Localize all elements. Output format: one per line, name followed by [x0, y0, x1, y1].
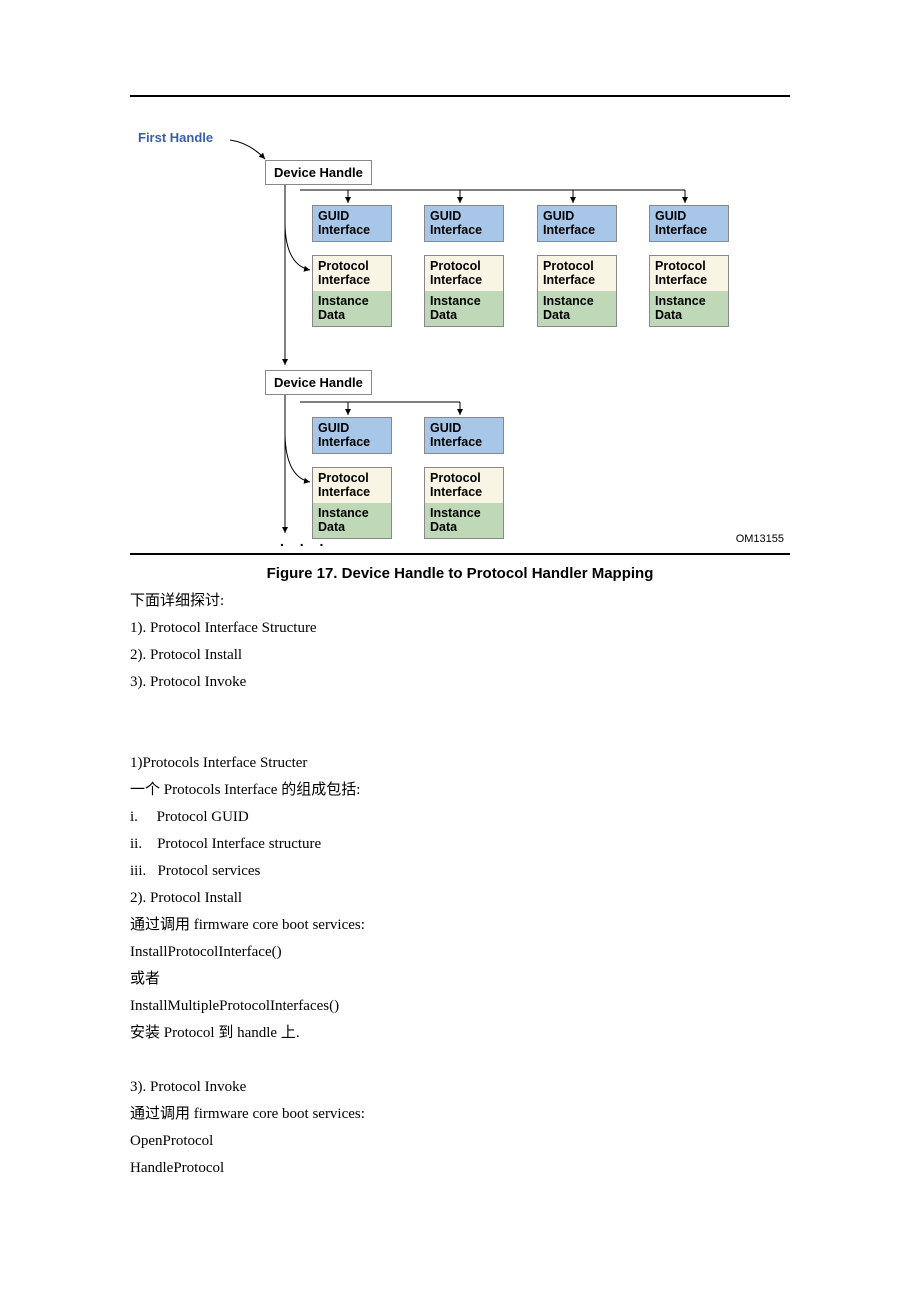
- line: 2). Protocol Install: [130, 885, 790, 912]
- figure-caption: Figure 17. Device Handle to Protocol Han…: [130, 565, 790, 582]
- line: 1)Protocols Interface Structer: [130, 750, 790, 777]
- protocol-interface-1-1: Protocol Interface: [312, 255, 392, 292]
- line: OpenProtocol: [130, 1128, 790, 1155]
- instance-data-2-2: Instance Data: [424, 503, 504, 539]
- top-rule: [130, 95, 790, 97]
- bottom-rule: [130, 553, 790, 555]
- line: i. Protocol GUID: [130, 804, 790, 831]
- protocol-interface-1-4: Protocol Interface: [649, 255, 729, 292]
- line: 3). Protocol Invoke: [130, 669, 790, 696]
- line: 或者: [130, 966, 790, 993]
- guid-interface-1-2: GUID Interface: [424, 205, 504, 242]
- device-handle-2: Device Handle: [265, 370, 372, 395]
- instance-data-1-1: Instance Data: [312, 291, 392, 327]
- line: 2). Protocol Install: [130, 642, 790, 669]
- line: HandleProtocol: [130, 1155, 790, 1182]
- instance-data-1-3: Instance Data: [537, 291, 617, 327]
- instance-data-1-4: Instance Data: [649, 291, 729, 327]
- line: InstallProtocolInterface(): [130, 939, 790, 966]
- device-handle-1: Device Handle: [265, 160, 372, 185]
- protocol-interface-2-2: Protocol Interface: [424, 467, 504, 504]
- line: 下面详细探讨:: [130, 588, 790, 615]
- line: 安装 Protocol 到 handle 上.: [130, 1020, 790, 1047]
- guid-interface-2-1: GUID Interface: [312, 417, 392, 454]
- line: 通过调用 firmware core boot services:: [130, 912, 790, 939]
- continuation-dots: . . .: [280, 533, 329, 549]
- line: ii. Protocol Interface structure: [130, 831, 790, 858]
- guid-interface-1-3: GUID Interface: [537, 205, 617, 242]
- first-handle-label: First Handle: [138, 130, 213, 145]
- om-code: OM13155: [736, 533, 784, 545]
- line: 一个 Protocols Interface 的组成包括:: [130, 777, 790, 804]
- body-text: 下面详细探讨: 1). Protocol Interface Structure…: [130, 588, 790, 1182]
- line: 通过调用 firmware core boot services:: [130, 1101, 790, 1128]
- protocol-interface-1-2: Protocol Interface: [424, 255, 504, 292]
- guid-interface-1-4: GUID Interface: [649, 205, 729, 242]
- protocol-interface-2-1: Protocol Interface: [312, 467, 392, 504]
- instance-data-1-2: Instance Data: [424, 291, 504, 327]
- line: InstallMultipleProtocolInterfaces(): [130, 993, 790, 1020]
- line: 1). Protocol Interface Structure: [130, 615, 790, 642]
- line: 3). Protocol Invoke: [130, 1074, 790, 1101]
- guid-interface-1-1: GUID Interface: [312, 205, 392, 242]
- protocol-interface-1-3: Protocol Interface: [537, 255, 617, 292]
- line: iii. Protocol services: [130, 858, 790, 885]
- guid-interface-2-2: GUID Interface: [424, 417, 504, 454]
- diagram: First Handle Device Handle GUID Interfac…: [130, 105, 790, 545]
